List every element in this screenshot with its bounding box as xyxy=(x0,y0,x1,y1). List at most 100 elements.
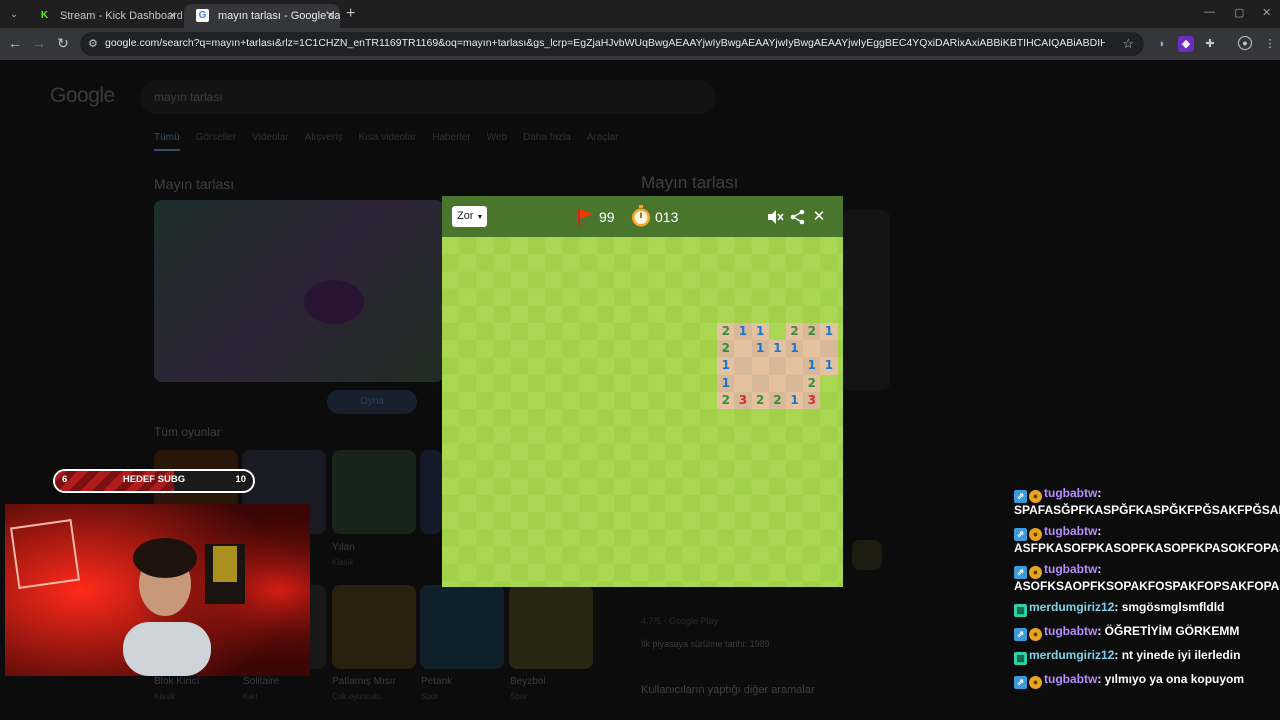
menu-kebab-icon[interactable]: ⋮ xyxy=(1262,36,1278,52)
chat-message: ⇗ ● tugbabtw: ÖĞRETİYİM GÖRKEMM xyxy=(1014,624,1280,641)
revealed-cell[interactable]: 2 xyxy=(786,323,804,341)
chat-username[interactable]: tugbabtw xyxy=(1044,486,1097,500)
revealed-cell[interactable]: 1 xyxy=(786,340,804,358)
tab-all[interactable]: Tümü xyxy=(154,132,180,151)
game-card-petanque[interactable] xyxy=(420,585,504,669)
screen: { "browser": { "tabs": [ {"title": "Stre… xyxy=(0,0,1280,720)
revealed-cell[interactable] xyxy=(734,340,752,358)
extensions-puzzle-icon[interactable]: ✚ xyxy=(1202,36,1218,52)
tab-videos[interactable]: Videolar xyxy=(252,132,289,151)
revealed-cell[interactable]: 1 xyxy=(803,357,821,375)
chat-username[interactable]: tugbabtw xyxy=(1044,562,1097,576)
revealed-cell[interactable]: 2 xyxy=(717,391,735,409)
share-icon[interactable] xyxy=(789,208,807,226)
revealed-cell[interactable] xyxy=(734,374,752,392)
knowledge-panel-image[interactable] xyxy=(842,210,890,390)
close-tab-icon[interactable]: × xyxy=(327,8,334,22)
game-sub: Klasik xyxy=(332,558,354,567)
revealed-cell[interactable] xyxy=(768,357,786,375)
tab-shopping[interactable]: Alışveriş xyxy=(305,132,343,151)
chat-username[interactable]: tugbabtw xyxy=(1044,624,1097,638)
revealed-cell[interactable]: 2 xyxy=(768,391,786,409)
chat-username[interactable]: merdumgiriz12 xyxy=(1029,648,1114,662)
revealed-cell[interactable]: 1 xyxy=(768,340,786,358)
game-name: Blok Kırıcı xyxy=(154,676,200,687)
address-bar[interactable]: ⚙ google.com/search?q=mayın+tarlası&rlz=… xyxy=(80,32,1144,56)
bot-badge-icon: ⇗ xyxy=(1014,628,1027,641)
revealed-cell[interactable] xyxy=(768,374,786,392)
site-settings-icon[interactable]: ⚙ xyxy=(88,37,98,50)
tab-kick-dashboard[interactable]: K Stream - Kick Dashboard × xyxy=(26,4,182,28)
revealed-cell[interactable] xyxy=(803,340,821,358)
tab-short-videos[interactable]: Kısa videolar xyxy=(358,132,416,151)
chat-text: yılmıyo ya ona kopuyom xyxy=(1104,672,1245,686)
revealed-cell[interactable]: 1 xyxy=(751,340,769,358)
revealed-cell[interactable]: 1 xyxy=(717,374,735,392)
tab-news[interactable]: Haberler xyxy=(432,132,470,151)
extension-audio-icon[interactable]: ◗ xyxy=(1154,36,1170,52)
revealed-cell[interactable]: 2 xyxy=(803,374,821,392)
revealed-cell[interactable]: 1 xyxy=(717,357,735,375)
game-card-baseball[interactable] xyxy=(509,585,593,669)
revealed-cell[interactable] xyxy=(751,374,769,392)
game-card-popcorn[interactable] xyxy=(332,585,416,669)
revealed-cell[interactable] xyxy=(786,357,804,375)
close-tab-icon[interactable]: × xyxy=(169,8,176,22)
game-card[interactable] xyxy=(420,450,442,534)
minesweeper-game: Zor ▼ 99 013 ✕ 211221211111112232213 xyxy=(442,196,843,587)
tab-tools[interactable]: Araçlar xyxy=(587,132,619,151)
new-tab-button[interactable]: + xyxy=(346,5,355,23)
revealed-cell[interactable] xyxy=(786,374,804,392)
play-button[interactable]: Oyna xyxy=(327,390,417,414)
chat-username[interactable]: tugbabtw xyxy=(1044,524,1097,538)
chat-username[interactable]: tugbabtw xyxy=(1044,672,1097,686)
game-card-snake[interactable] xyxy=(332,450,416,534)
revealed-cell[interactable] xyxy=(734,357,752,375)
revealed-cell[interactable]: 2 xyxy=(717,340,735,358)
bookmark-star-icon[interactable]: ☆ xyxy=(1122,36,1134,52)
chat-text: ASOFKSAOPFKSOPAKFOSPAKFOPSAKFOPASK xyxy=(1014,579,1280,593)
revealed-cell[interactable]: 3 xyxy=(734,391,752,409)
mute-icon[interactable] xyxy=(766,208,784,226)
minimize-icon[interactable]: — xyxy=(1204,6,1215,18)
forward-icon[interactable]: → xyxy=(30,35,48,51)
revealed-cell[interactable] xyxy=(751,357,769,375)
tab-web[interactable]: Web xyxy=(487,132,507,151)
close-window-icon[interactable]: ✕ xyxy=(1262,6,1271,19)
tab-images[interactable]: Görseller xyxy=(196,132,237,151)
revealed-cell[interactable] xyxy=(820,340,838,358)
app-icon[interactable] xyxy=(852,540,882,570)
revealed-cell[interactable]: 1 xyxy=(820,357,838,375)
search-input[interactable]: mayın tarlası xyxy=(140,80,716,114)
tab-search-button[interactable]: ⌄ xyxy=(6,6,22,22)
extension-twitch-icon[interactable]: ◆ xyxy=(1178,36,1194,52)
revealed-cell[interactable]: 1 xyxy=(786,391,804,409)
close-icon[interactable]: ✕ xyxy=(810,208,828,226)
chat-separator: : xyxy=(1097,524,1102,538)
profile-icon[interactable]: ● xyxy=(1238,36,1252,50)
chat-message: ⇗ ● tugbabtw: ASFPKASOFPKASOPFKASOPFKPASOK… xyxy=(1014,524,1280,555)
revealed-cell[interactable]: 2 xyxy=(803,323,821,341)
minesweeper-board[interactable]: 211221211111112232213 xyxy=(442,237,843,587)
revealed-cell[interactable]: 1 xyxy=(734,323,752,341)
tab-more[interactable]: Daha fazla xyxy=(523,132,571,151)
difficulty-dropdown[interactable]: Zor ▼ xyxy=(452,206,487,227)
revealed-cell[interactable]: 3 xyxy=(803,391,821,409)
maximize-icon[interactable]: ▢ xyxy=(1234,6,1244,19)
reload-icon[interactable]: ↻ xyxy=(54,35,72,52)
rating-text: 4,7/5 · Google Play xyxy=(641,616,719,626)
search-query: mayın tarlası xyxy=(154,90,223,104)
webcam-image xyxy=(5,504,310,676)
revealed-cell[interactable]: 2 xyxy=(717,323,735,341)
tab-google-search[interactable]: G mayın tarlası - Google'da Ara × xyxy=(184,4,340,28)
revealed-cell[interactable]: 1 xyxy=(820,323,838,341)
revealed-cell[interactable]: 2 xyxy=(751,391,769,409)
chat-text: smgösmglsmfldld xyxy=(1121,600,1225,614)
back-icon[interactable]: ← xyxy=(6,35,24,51)
chat-username[interactable]: merdumgiriz12 xyxy=(1029,600,1114,614)
revealed-cell[interactable]: 1 xyxy=(751,323,769,341)
game-name: Beyzbol xyxy=(510,676,546,687)
tab-title: mayın tarlası - Google'da Ara xyxy=(218,10,340,22)
game-preview-image[interactable] xyxy=(154,200,444,382)
google-logo[interactable]: Google xyxy=(50,84,115,108)
